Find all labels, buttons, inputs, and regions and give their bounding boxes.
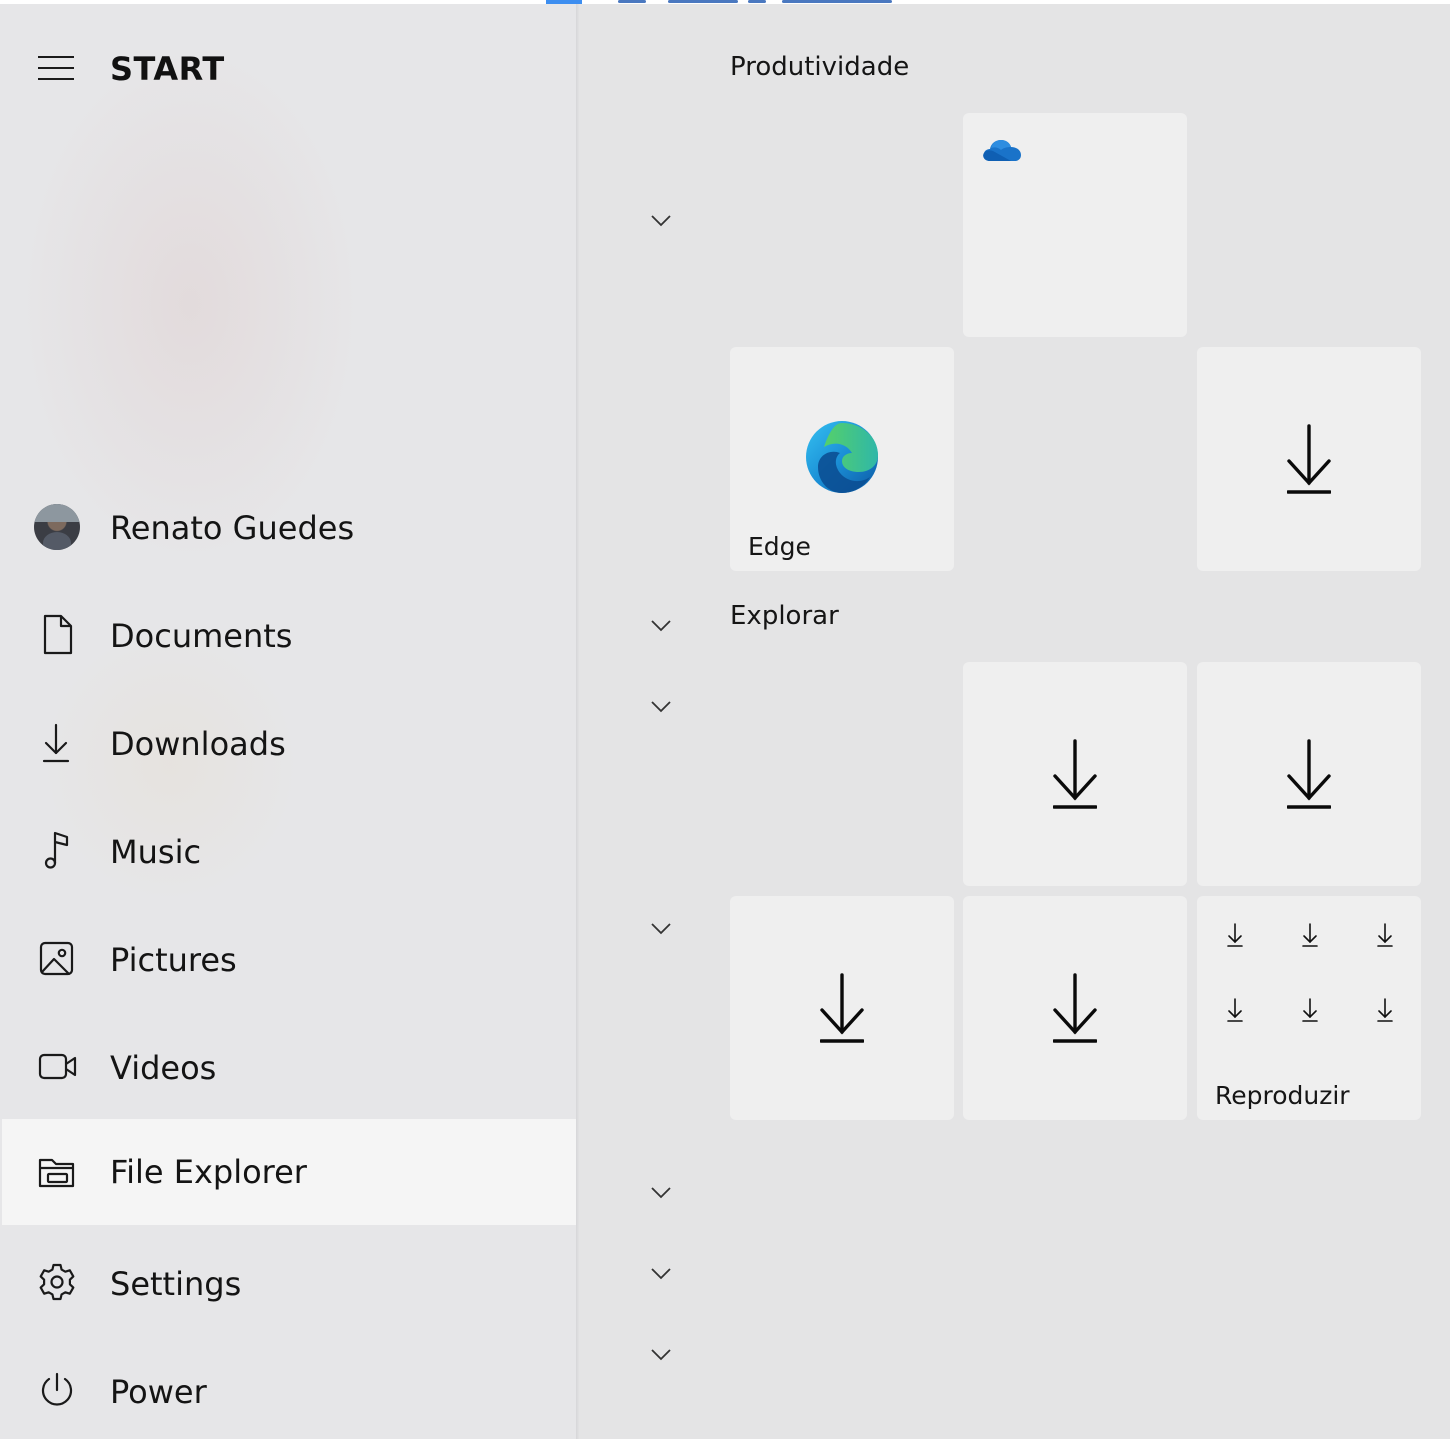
nav-item-user[interactable]: Renato Guedes	[2, 475, 576, 581]
title-fragment	[782, 0, 892, 3]
start-tiles-pane: Produtividade Explorar Edge Reproduzir	[579, 4, 1450, 1439]
download-icon	[1053, 738, 1097, 810]
music-note-icon	[38, 829, 78, 873]
user-avatar	[34, 504, 80, 550]
download-icon	[1226, 922, 1244, 948]
tile-folder-reproduzir[interactable]: Reproduzir	[1197, 896, 1421, 1120]
power-icon	[38, 1369, 78, 1413]
download-icon	[1376, 997, 1394, 1023]
nav-item-label: Renato Guedes	[110, 509, 355, 547]
tile-edge[interactable]: Edge	[730, 347, 954, 571]
start-title: START	[110, 50, 225, 88]
download-icon	[1287, 423, 1331, 495]
nav-item-label: Documents	[110, 617, 293, 655]
nav-item-documents[interactable]: Documents	[2, 583, 576, 689]
download-icon	[820, 972, 864, 1044]
nav-item-label: Videos	[110, 1049, 217, 1087]
gear-icon	[38, 1261, 78, 1305]
tile-label: Edge	[748, 532, 811, 561]
hamburger-line	[38, 56, 74, 58]
group-title-explorar[interactable]: Explorar	[730, 601, 839, 631]
folder-icon	[38, 1149, 78, 1193]
start-left-pane: START Renato Guedes Documents Downloads …	[0, 4, 576, 1439]
download-icon	[1226, 997, 1244, 1023]
chevron-down-icon[interactable]	[650, 1348, 672, 1362]
nav-item-label: Power	[110, 1373, 207, 1411]
title-fragment	[668, 0, 738, 3]
picture-icon	[38, 937, 78, 981]
tile-app-placeholder[interactable]	[963, 662, 1187, 886]
download-icon	[1287, 738, 1331, 810]
hamburger-line	[38, 78, 74, 80]
tile-app-placeholder[interactable]	[1197, 347, 1421, 571]
tile-label: Reproduzir	[1215, 1081, 1350, 1110]
chevron-down-icon[interactable]	[650, 619, 672, 633]
group-title-produtividade[interactable]: Produtividade	[730, 52, 909, 82]
tile-app-placeholder[interactable]	[963, 896, 1187, 1120]
hamburger-line	[38, 67, 74, 69]
hamburger-menu-button[interactable]	[38, 54, 74, 82]
video-camera-icon	[38, 1045, 78, 1089]
nav-item-settings[interactable]: Settings	[2, 1231, 576, 1337]
nav-item-label: Music	[110, 833, 202, 871]
chevron-down-icon[interactable]	[650, 214, 672, 228]
onedrive-cloud-icon	[981, 137, 1023, 165]
edge-browser-icon	[802, 417, 882, 497]
chevron-down-icon[interactable]	[650, 700, 672, 714]
download-icon	[38, 721, 78, 765]
title-fragment	[748, 0, 766, 3]
nav-item-videos[interactable]: Videos	[2, 1015, 576, 1121]
tile-onedrive[interactable]	[963, 113, 1187, 337]
nav-item-downloads[interactable]: Downloads	[2, 691, 576, 797]
nav-item-power[interactable]: Power	[2, 1339, 576, 1439]
chevron-down-icon[interactable]	[650, 1186, 672, 1200]
nav-item-label: Downloads	[110, 725, 286, 763]
nav-item-label: File Explorer	[110, 1153, 307, 1191]
nav-item-music[interactable]: Music	[2, 799, 576, 905]
tile-app-placeholder[interactable]	[730, 896, 954, 1120]
download-icon	[1053, 972, 1097, 1044]
nav-item-file-explorer[interactable]: File Explorer	[2, 1119, 576, 1225]
download-icon	[1301, 997, 1319, 1023]
nav-item-label: Pictures	[110, 941, 237, 979]
tile-app-placeholder[interactable]	[1197, 662, 1421, 886]
chevron-down-icon[interactable]	[650, 1267, 672, 1281]
start-menu: START Renato Guedes Documents Downloads …	[0, 0, 1450, 1439]
nav-item-label: Settings	[110, 1265, 242, 1303]
title-fragment	[618, 0, 646, 3]
download-icon	[1376, 922, 1394, 948]
download-icon	[1301, 922, 1319, 948]
document-icon	[38, 613, 78, 657]
nav-item-pictures[interactable]: Pictures	[2, 907, 576, 1013]
chevron-down-icon[interactable]	[650, 922, 672, 936]
